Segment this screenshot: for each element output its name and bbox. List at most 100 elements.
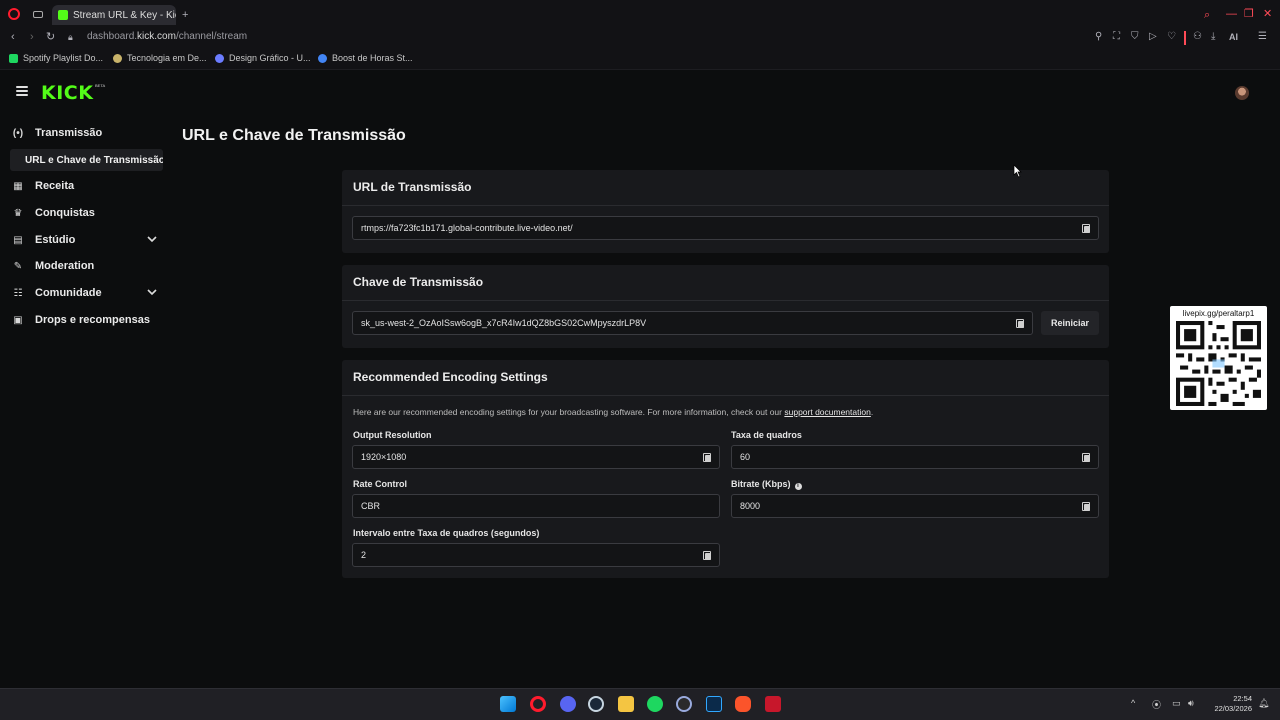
wrench-icon: ✎ (13, 260, 23, 272)
hamburger-menu-icon[interactable] (16, 86, 28, 96)
search-icon[interactable]: ⌕ (1204, 9, 1210, 21)
card-title: Chave de Transmissão (342, 265, 1109, 301)
restore-icon[interactable]: ❐ (1244, 8, 1254, 20)
heart-icon[interactable]: ♡ (1167, 31, 1176, 43)
voicemeeter-icon[interactable] (765, 696, 781, 712)
card-title: Recommended Encoding Settings (342, 360, 1109, 396)
lock-icon: 🔒︎ (68, 32, 73, 42)
stream-url-field[interactable]: rtmps://fa723fc1b171.global-contribute.l… (352, 216, 1099, 240)
bookmark-icon (113, 53, 122, 63)
profile-icon[interactable]: ⚇ (1193, 31, 1202, 43)
kick-logo[interactable]: KICK (41, 82, 93, 104)
taskbar (0, 688, 1280, 720)
back-icon[interactable]: ‹ (11, 31, 15, 43)
chevron-down-icon[interactable] (147, 287, 157, 297)
system-clock[interactable]: 22:54 22/03/2026 (1204, 694, 1252, 714)
design-icon (215, 53, 224, 63)
page-title: URL e Chave de Transmissão (182, 127, 406, 144)
minimize-icon[interactable]: — (1226, 8, 1237, 20)
broadcast-icon: (•) (12, 127, 24, 139)
clock-date: 22/03/2026 (1214, 704, 1252, 713)
network-icon[interactable]: ▭ (1172, 698, 1181, 709)
tab-title: Stream URL & Key - Kick D (73, 9, 176, 21)
opera-icon[interactable] (8, 8, 20, 20)
stream-key-field[interactable]: sk_us-west-2_OzAoISsw6ogB_x7cR4Iw1dQZ8bG… (352, 311, 1033, 335)
beta-badge: BETA (95, 83, 106, 88)
bookmark-spotify[interactable]: Spotify Playlist Do... (9, 53, 103, 63)
trophy-icon: ♛ (13, 207, 23, 219)
spotify-taskbar-icon[interactable] (647, 696, 663, 712)
avatar[interactable] (1235, 86, 1249, 100)
reset-key-button[interactable]: Reiniciar (1041, 311, 1099, 335)
menu-icon[interactable]: ☰ (1258, 31, 1267, 43)
qr-code-icon (1176, 321, 1261, 406)
toolbar-divider (1184, 31, 1186, 45)
copy-icon[interactable] (1082, 502, 1090, 511)
opera-taskbar-icon[interactable] (530, 696, 546, 712)
stream-key-card: Chave de Transmissão (342, 265, 1109, 348)
notifications-icon[interactable]: 🔔︎ (1258, 698, 1269, 709)
brave-icon[interactable] (735, 696, 751, 712)
play-icon[interactable]: ▷ (1149, 31, 1157, 43)
new-tab-icon[interactable]: + (182, 9, 188, 21)
photoshop-icon[interactable] (706, 696, 722, 712)
app-icon[interactable] (676, 696, 692, 712)
file-explorer-icon[interactable] (618, 696, 634, 712)
keyframe-interval-field[interactable]: 2 (352, 543, 720, 567)
keyframe-interval-label: Intervalo entre Taxa de quadros (segundo… (353, 528, 540, 538)
copy-icon[interactable] (703, 551, 711, 560)
close-window-icon[interactable]: ✕ (1263, 8, 1272, 20)
sidebar-item-url-chave[interactable]: URL e Chave de Transmissão (10, 149, 163, 171)
browser-tab-bar: Stream URL & Key - Kick D + ⌕ — ❐ ✕ (0, 0, 1280, 28)
url-field[interactable]: dashboard.kick.com/channel/stream (87, 31, 247, 42)
fps-field[interactable]: 60 (731, 445, 1099, 469)
output-resolution-field[interactable]: 1920×1080 (352, 445, 720, 469)
sidebar-item-drops[interactable]: ▣ Drops e recompensas (12, 310, 150, 330)
copy-icon[interactable] (1082, 453, 1090, 462)
output-resolution-label: Output Resolution (353, 430, 432, 440)
pin-icon[interactable]: ⚲ (1095, 31, 1102, 43)
sidebar-item-receita[interactable]: ▦ Receita (12, 176, 74, 196)
discord-icon[interactable] (560, 696, 576, 712)
sidebar-item-transmissao[interactable]: (•) Transmissão (12, 123, 102, 143)
kick-favicon-icon (58, 10, 68, 20)
copy-icon[interactable] (1082, 224, 1090, 233)
forward-icon[interactable]: › (30, 31, 34, 43)
reload-icon[interactable]: ↻ (46, 31, 55, 43)
sidebar-item-comunidade[interactable]: ☷ Comunidade (12, 283, 102, 303)
support-documentation-link[interactable]: support documentation (784, 407, 870, 417)
sidebar-item-moderation[interactable]: ✎ Moderation (12, 256, 94, 276)
gift-icon: ▣ (13, 314, 23, 326)
chevron-down-icon[interactable] (147, 234, 157, 244)
steam-icon[interactable] (588, 696, 604, 712)
sidebar-item-conquistas[interactable]: ♛ Conquistas (12, 203, 95, 223)
bookmark-tecnologia[interactable]: Tecnologia em De... (113, 53, 207, 63)
tab-stream-url[interactable]: Stream URL & Key - Kick D (52, 5, 176, 25)
download-icon[interactable]: ⤓ (1211, 31, 1215, 43)
aria-ai-button[interactable]: AI (1229, 31, 1238, 43)
bookmark-boost[interactable]: Boost de Horas St... (318, 53, 413, 63)
sidebar-item-estudio[interactable]: ▤ Estúdio (12, 230, 75, 250)
google-icon (318, 53, 327, 63)
bitrate-field[interactable]: 8000 (731, 494, 1099, 518)
copy-icon[interactable] (1016, 319, 1024, 328)
windows-start-icon[interactable] (500, 696, 516, 712)
snapshot-icon[interactable]: ⛶ (1113, 31, 1120, 43)
volume-icon[interactable]: 🔊︎ (1188, 698, 1194, 709)
clock-time: 22:54 (1233, 694, 1252, 703)
microphone-icon[interactable]: ⦿ (1152, 698, 1161, 711)
encoding-note: Here are our recommended encoding settin… (353, 407, 874, 417)
info-icon[interactable]: i (794, 483, 802, 490)
rate-control-label: Rate Control (353, 479, 407, 489)
tab-manager-icon[interactable] (33, 11, 43, 18)
card-title: URL de Transmissão (342, 170, 1109, 206)
copy-icon[interactable] (703, 453, 711, 462)
shield-icon[interactable]: ⛉ (1131, 31, 1139, 43)
mouse-cursor-icon (1013, 164, 1022, 178)
chart-icon: ▦ (13, 180, 23, 192)
rate-control-field[interactable]: CBR (352, 494, 720, 518)
bookmark-design[interactable]: Design Gráfico - U... (215, 53, 311, 63)
spotify-icon (9, 53, 18, 63)
studio-icon: ▤ (13, 234, 23, 246)
tray-chevron-icon[interactable]: ^ (1131, 698, 1135, 708)
